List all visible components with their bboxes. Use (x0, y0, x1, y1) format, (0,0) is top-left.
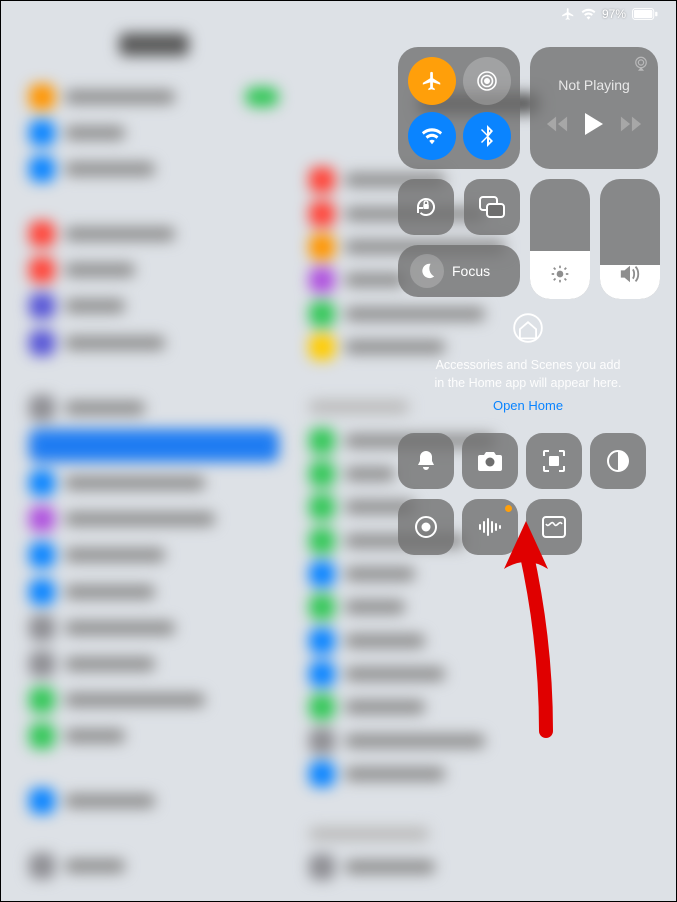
volume-icon (619, 264, 641, 289)
brightness-icon (550, 264, 570, 289)
play-icon[interactable] (584, 113, 604, 135)
airplay-icon[interactable] (632, 55, 650, 73)
wifi-toggle[interactable] (408, 112, 456, 160)
wifi-status-icon (581, 8, 596, 20)
home-text-line2: in the Home app will appear here. (435, 376, 622, 390)
home-icon (513, 313, 543, 343)
status-bar: 97% (561, 7, 658, 21)
camera-button[interactable] (462, 433, 518, 489)
rotation-lock-toggle[interactable] (398, 179, 454, 235)
airplane-mode-toggle[interactable] (408, 57, 456, 105)
moon-icon (410, 254, 444, 288)
silent-mode-button[interactable] (398, 433, 454, 489)
brightness-slider[interactable] (530, 179, 590, 299)
media-title: Not Playing (538, 77, 650, 93)
rewind-icon[interactable] (546, 116, 568, 132)
screen-record-button[interactable] (398, 499, 454, 555)
forward-icon[interactable] (620, 116, 642, 132)
connectivity-panel[interactable] (398, 47, 520, 169)
focus-label: Focus (452, 263, 490, 279)
voice-memo-button[interactable] (462, 499, 518, 555)
screen-mirroring-button[interactable] (464, 179, 520, 235)
media-panel[interactable]: Not Playing (530, 47, 658, 169)
battery-icon (632, 8, 658, 20)
focus-button[interactable]: Focus (398, 245, 520, 297)
open-home-link[interactable]: Open Home (493, 398, 563, 413)
airplane-mode-status-icon (561, 7, 575, 21)
volume-slider[interactable] (600, 179, 660, 299)
control-center: Not Playing Focus (398, 47, 658, 555)
home-text-line1: Accessories and Scenes you add (436, 358, 621, 372)
airdrop-toggle[interactable] (463, 57, 511, 105)
quick-note-button[interactable] (526, 499, 582, 555)
code-scanner-button[interactable] (526, 433, 582, 489)
home-section: Accessories and Scenes you add in the Ho… (398, 309, 658, 423)
dark-mode-button[interactable] (590, 433, 646, 489)
bluetooth-toggle[interactable] (463, 112, 511, 160)
battery-pct: 97% (602, 7, 626, 21)
